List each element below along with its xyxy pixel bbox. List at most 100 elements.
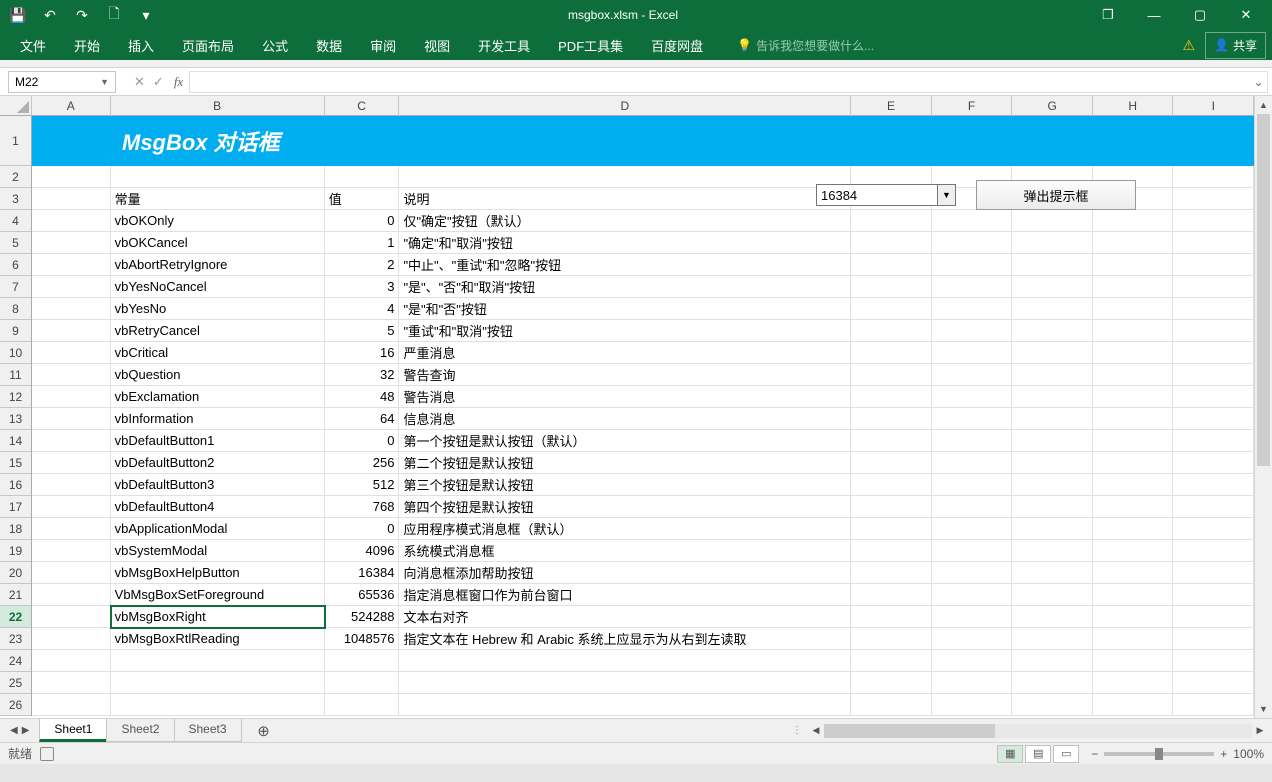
cell[interactable]: vbMsgBoxHelpButton xyxy=(111,562,325,584)
cell[interactable]: vbDefaultButton2 xyxy=(111,452,325,474)
scroll-left-icon[interactable]: ◀ xyxy=(808,725,824,736)
cell[interactable] xyxy=(1012,408,1093,430)
macro-record-icon[interactable] xyxy=(40,747,54,761)
vscroll-thumb[interactable] xyxy=(1257,114,1270,466)
cell[interactable] xyxy=(111,166,325,188)
cell[interactable] xyxy=(32,298,111,320)
cell[interactable] xyxy=(1173,276,1254,298)
cell[interactable] xyxy=(1012,650,1093,672)
cell[interactable] xyxy=(851,540,932,562)
cell[interactable] xyxy=(1093,452,1174,474)
row-header-7[interactable]: 7 xyxy=(0,276,31,298)
cell[interactable]: vbDefaultButton1 xyxy=(111,430,325,452)
cell[interactable] xyxy=(1093,694,1174,716)
cell[interactable]: "重试"和"取消"按钮 xyxy=(399,320,850,342)
cell[interactable]: 严重消息 xyxy=(399,342,850,364)
cell[interactable] xyxy=(1012,562,1093,584)
cell[interactable]: vbQuestion xyxy=(111,364,325,386)
expand-formula-icon[interactable]: ⌄ xyxy=(1250,71,1268,93)
cell[interactable] xyxy=(932,606,1013,628)
cell[interactable]: 第四个按钮是默认按钮 xyxy=(399,496,850,518)
cell[interactable] xyxy=(1093,474,1174,496)
cell[interactable] xyxy=(851,496,932,518)
cell[interactable] xyxy=(1093,628,1174,650)
cell[interactable] xyxy=(1093,298,1174,320)
cell[interactable] xyxy=(1093,584,1174,606)
sheet-tab-sheet3[interactable]: Sheet3 xyxy=(174,719,242,742)
ribbon-tab-0[interactable]: 文件 xyxy=(6,30,60,61)
cell[interactable]: 32 xyxy=(325,364,400,386)
cell[interactable] xyxy=(932,518,1013,540)
cell[interactable] xyxy=(1093,254,1174,276)
ribbon-options-icon[interactable]: ❐ xyxy=(1086,1,1130,29)
cell[interactable]: vbDefaultButton4 xyxy=(111,496,325,518)
row-header-8[interactable]: 8 xyxy=(0,298,31,320)
cell[interactable]: 4 xyxy=(325,298,400,320)
cell[interactable] xyxy=(851,364,932,386)
share-button[interactable]: 👤 共享 xyxy=(1205,32,1266,59)
cell[interactable] xyxy=(32,540,111,562)
cell[interactable] xyxy=(1012,672,1093,694)
cell[interactable]: 警告查询 xyxy=(399,364,850,386)
column-header-G[interactable]: G xyxy=(1012,96,1093,116)
row-header-18[interactable]: 18 xyxy=(0,518,31,540)
cell[interactable] xyxy=(1012,232,1093,254)
cell[interactable] xyxy=(32,364,111,386)
column-header-C[interactable]: C xyxy=(325,96,400,116)
row-header-19[interactable]: 19 xyxy=(0,540,31,562)
cell[interactable] xyxy=(32,694,111,716)
cell[interactable] xyxy=(1173,562,1254,584)
sheet-nav-next-icon[interactable]: ▶ xyxy=(22,725,30,736)
value-dropdown[interactable]: 16384▼ xyxy=(816,184,956,206)
cell[interactable] xyxy=(1012,518,1093,540)
cell[interactable] xyxy=(1173,628,1254,650)
sheet-nav-prev-icon[interactable]: ◀ xyxy=(10,725,18,736)
cell[interactable]: vbOKCancel xyxy=(111,232,325,254)
cell[interactable]: 第三个按钮是默认按钮 xyxy=(399,474,850,496)
cell[interactable] xyxy=(1173,650,1254,672)
cell[interactable]: vbSystemModal xyxy=(111,540,325,562)
cell[interactable]: "是"、"否"和"取消"按钮 xyxy=(399,276,850,298)
cell[interactable] xyxy=(1173,342,1254,364)
cell[interactable] xyxy=(1173,540,1254,562)
ribbon-tab-2[interactable]: 插入 xyxy=(114,30,168,61)
row-header-9[interactable]: 9 xyxy=(0,320,31,342)
cell[interactable] xyxy=(32,342,111,364)
cell[interactable]: 64 xyxy=(325,408,400,430)
sheet-tab-sheet2[interactable]: Sheet2 xyxy=(106,719,174,742)
row-header-1[interactable]: 1 xyxy=(0,116,31,166)
cell[interactable]: 说明 xyxy=(399,188,850,210)
cell[interactable]: 第一个按钮是默认按钮（默认） xyxy=(399,430,850,452)
cell[interactable]: 第二个按钮是默认按钮 xyxy=(399,452,850,474)
cell[interactable] xyxy=(1173,210,1254,232)
cell[interactable]: 16384 xyxy=(325,562,400,584)
cell[interactable] xyxy=(851,298,932,320)
cell[interactable] xyxy=(32,386,111,408)
column-header-D[interactable]: D xyxy=(399,96,851,116)
cell[interactable] xyxy=(325,694,400,716)
cell[interactable] xyxy=(1012,254,1093,276)
cell[interactable] xyxy=(1012,364,1093,386)
cell[interactable] xyxy=(1093,540,1174,562)
view-page-break-icon[interactable]: ▭ xyxy=(1053,745,1079,763)
cell[interactable] xyxy=(1093,518,1174,540)
cell[interactable] xyxy=(1012,474,1093,496)
cell[interactable] xyxy=(1173,386,1254,408)
select-all-corner[interactable] xyxy=(0,96,32,116)
cell[interactable] xyxy=(932,386,1013,408)
cell[interactable]: vbCritical xyxy=(111,342,325,364)
row-header-25[interactable]: 25 xyxy=(0,672,31,694)
cell[interactable] xyxy=(111,650,325,672)
cell[interactable] xyxy=(1093,232,1174,254)
cell[interactable]: 256 xyxy=(325,452,400,474)
cell[interactable] xyxy=(851,210,932,232)
cell[interactable]: 指定文本在 Hebrew 和 Arabic 系统上应显示为从右到左读取 xyxy=(399,628,850,650)
cell[interactable] xyxy=(932,672,1013,694)
ribbon-tab-7[interactable]: 视图 xyxy=(410,30,464,61)
cell[interactable]: 常量 xyxy=(111,188,325,210)
cell[interactable]: 仅"确定"按钮（默认） xyxy=(399,210,850,232)
enter-check-icon[interactable]: ✓ xyxy=(153,74,164,90)
ribbon-tab-6[interactable]: 审阅 xyxy=(356,30,410,61)
cell[interactable] xyxy=(1093,386,1174,408)
warning-icon[interactable]: ⚠ xyxy=(1182,37,1195,54)
